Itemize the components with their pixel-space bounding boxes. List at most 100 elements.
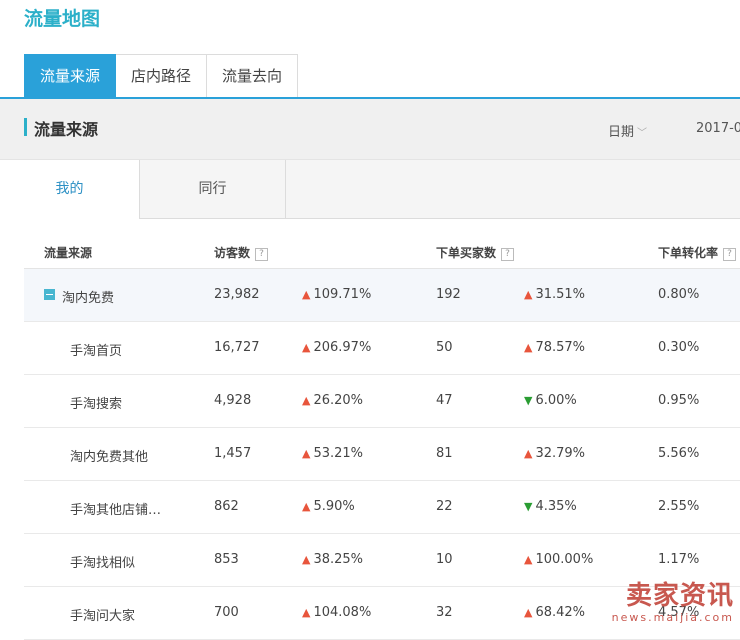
arrow-down-icon: ▼: [524, 394, 533, 407]
date-value[interactable]: 2017-0: [696, 121, 740, 136]
watermark-logo: 卖家资讯 news.maijia.com: [584, 581, 734, 631]
row-buyers: 22: [436, 499, 453, 514]
table-header: 流量来源 访客数? 下单买家数? 下单转化率?: [24, 236, 740, 269]
row-visitors: 23,982: [214, 287, 260, 302]
arrow-up-icon: ▲: [302, 500, 311, 513]
date-label: 日期: [608, 125, 635, 140]
row-visitors: 853: [214, 552, 239, 567]
row-buyers-change: ▲ 100.00%: [524, 552, 593, 567]
table-row[interactable]: 手淘首页 16,727 ▲ 206.97% 50 ▲ 78.57% 0.30%: [24, 322, 740, 375]
table-row[interactable]: 淘内免费其他 1,457 ▲ 53.21% 81 ▲ 32.79% 5.56%: [24, 428, 740, 481]
arrow-up-icon: ▲: [302, 447, 311, 460]
buyers-change-value: 78.57%: [535, 340, 586, 355]
header-buyers-label: 下单买家数: [436, 246, 497, 260]
arrow-up-icon: ▲: [302, 606, 311, 619]
row-source-name[interactable]: 淘内免费: [62, 287, 114, 306]
row-visitors-change: ▲ 26.20%: [302, 393, 363, 408]
row-buyers: 192: [436, 287, 461, 302]
row-visitors: 16,727: [214, 340, 260, 355]
row-visitors: 700: [214, 605, 239, 620]
arrow-up-icon: ▲: [524, 288, 533, 301]
row-source-name[interactable]: 手淘其他店铺…: [70, 499, 161, 518]
buyers-change-value: 32.79%: [535, 446, 586, 461]
buyers-change-value: 68.42%: [535, 605, 586, 620]
header-rate-label: 下单转化率: [658, 246, 719, 260]
visitors-change-value: 53.21%: [313, 446, 364, 461]
row-conversion-rate: 5.56%: [658, 446, 700, 461]
visitors-change-value: 5.90%: [313, 499, 355, 514]
tab-store-path[interactable]: 店内路径: [116, 54, 208, 97]
row-buyers: 50: [436, 340, 453, 355]
row-conversion-rate: 0.30%: [658, 340, 700, 355]
visitors-change-value: 38.25%: [313, 552, 364, 567]
tab-traffic-destination[interactable]: 流量去向: [207, 54, 299, 97]
sub-tabs-filler: [286, 160, 740, 218]
arrow-up-icon: ▲: [302, 341, 311, 354]
header-buyers: 下单买家数?: [436, 244, 515, 261]
table-row[interactable]: 手淘其他店铺… 862 ▲ 5.90% 22 ▼ 4.35% 2.55%: [24, 481, 740, 534]
header-rate: 下单转化率?: [658, 244, 737, 261]
main-tabs: 流量来源 店内路径 流量去向: [24, 54, 299, 98]
row-source-name[interactable]: 手淘找相似: [70, 552, 135, 571]
tab-mine[interactable]: 我的: [0, 160, 140, 219]
row-conversion-rate: 1.17%: [658, 552, 700, 567]
row-buyers-change: ▼ 6.00%: [524, 393, 577, 408]
row-visitors-change: ▲ 38.25%: [302, 552, 363, 567]
row-source-name[interactable]: 手淘搜索: [70, 393, 122, 412]
row-conversion-rate: 2.55%: [658, 499, 700, 514]
row-source-name[interactable]: 手淘首页: [70, 340, 122, 359]
help-icon[interactable]: ?: [723, 248, 737, 261]
header-visitors-label: 访客数: [214, 246, 251, 260]
arrow-up-icon: ▲: [302, 288, 311, 301]
arrow-down-icon: ▼: [524, 500, 533, 513]
table-row[interactable]: 手淘找相似 853 ▲ 38.25% 10 ▲ 100.00% 1.17%: [24, 534, 740, 587]
row-source-name[interactable]: 淘内免费其他: [70, 446, 148, 465]
header-visitors: 访客数?: [214, 244, 269, 261]
row-conversion-rate: 0.80%: [658, 287, 700, 302]
arrow-up-icon: ▲: [524, 606, 533, 619]
arrow-up-icon: ▲: [524, 447, 533, 460]
table-row[interactable]: 手淘搜索 4,928 ▲ 26.20% 47 ▼ 6.00% 0.95%: [24, 375, 740, 428]
row-conversion-rate: 0.95%: [658, 393, 700, 408]
visitors-change-value: 104.08%: [313, 605, 372, 620]
arrow-up-icon: ▲: [302, 394, 311, 407]
collapse-icon[interactable]: [44, 289, 55, 300]
row-buyers: 81: [436, 446, 453, 461]
page-title: 流量地图: [24, 8, 101, 30]
visitors-change-value: 26.20%: [313, 393, 364, 408]
sub-tabs: 我的 同行: [0, 160, 740, 219]
row-buyers-change: ▲ 68.42%: [524, 605, 585, 620]
arrow-up-icon: ▲: [524, 341, 533, 354]
row-visitors: 862: [214, 499, 239, 514]
chevron-down-icon: ﹀: [637, 128, 648, 139]
row-visitors: 4,928: [214, 393, 252, 408]
visitors-change-value: 206.97%: [313, 340, 372, 355]
visitors-change-value: 109.71%: [313, 287, 372, 302]
arrow-up-icon: ▲: [524, 553, 533, 566]
help-icon[interactable]: ?: [255, 248, 269, 261]
row-visitors-change: ▲ 109.71%: [302, 287, 371, 302]
watermark-text: 卖家资讯: [625, 581, 734, 611]
buyers-change-value: 100.00%: [535, 552, 594, 567]
section-header: 流量来源 日期 ﹀ 2017-0: [0, 99, 740, 160]
tab-peers[interactable]: 同行: [140, 160, 286, 218]
date-dropdown[interactable]: 日期 ﹀: [608, 121, 647, 140]
table-row[interactable]: 淘内免费 23,982 ▲ 109.71% 192 ▲ 31.51% 0.80%: [24, 269, 740, 322]
row-visitors-change: ▲ 104.08%: [302, 605, 371, 620]
row-buyers: 10: [436, 552, 453, 567]
buyers-change-value: 31.51%: [535, 287, 586, 302]
header-source: 流量来源: [44, 246, 93, 260]
row-source-name[interactable]: 手淘问大家: [70, 605, 135, 624]
tab-traffic-source[interactable]: 流量来源: [24, 54, 117, 97]
row-visitors-change: ▲ 5.90%: [302, 499, 355, 514]
help-icon[interactable]: ?: [501, 248, 515, 261]
watermark-url: news.maijia.com: [611, 611, 734, 624]
row-buyers: 47: [436, 393, 453, 408]
section-title: 流量来源: [34, 120, 99, 139]
row-buyers-change: ▲ 31.51%: [524, 287, 585, 302]
section-accent-bar: [24, 118, 27, 136]
row-buyers: 32: [436, 605, 453, 620]
row-buyers-change: ▲ 78.57%: [524, 340, 585, 355]
row-visitors-change: ▲ 206.97%: [302, 340, 371, 355]
row-visitors: 1,457: [214, 446, 252, 461]
